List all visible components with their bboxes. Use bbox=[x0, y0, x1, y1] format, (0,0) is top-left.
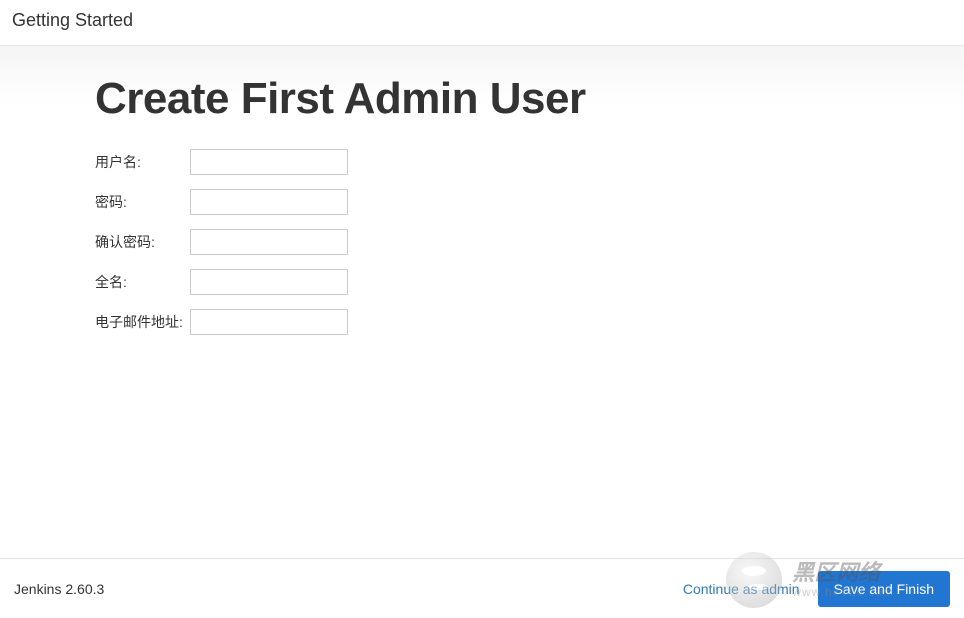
content-area: Create First Admin User 用户名: 密码: 确认密码: 全… bbox=[0, 46, 964, 335]
username-label: 用户名: bbox=[95, 152, 190, 172]
confirm-password-input[interactable] bbox=[190, 229, 348, 255]
password-label: 密码: bbox=[95, 192, 190, 212]
form-row-password: 密码: bbox=[95, 189, 964, 215]
email-label: 电子邮件地址: bbox=[95, 312, 190, 332]
confirm-password-label: 确认密码: bbox=[95, 232, 190, 252]
setup-footer: Jenkins 2.60.3 Continue as admin Save an… bbox=[0, 558, 964, 618]
username-input[interactable] bbox=[190, 149, 348, 175]
form-row-fullname: 全名: bbox=[95, 269, 964, 295]
version-text: Jenkins 2.60.3 bbox=[14, 581, 104, 597]
footer-actions: Continue as admin Save and Finish bbox=[683, 571, 950, 607]
main-container: Create First Admin User 用户名: 密码: 确认密码: 全… bbox=[0, 46, 964, 556]
fullname-input[interactable] bbox=[190, 269, 348, 295]
setup-header: Getting Started bbox=[0, 0, 964, 46]
header-title: Getting Started bbox=[12, 10, 133, 30]
page-title: Create First Admin User bbox=[95, 74, 964, 124]
save-and-finish-button[interactable]: Save and Finish bbox=[818, 571, 950, 607]
form-row-email: 电子邮件地址: bbox=[95, 309, 964, 335]
email-input[interactable] bbox=[190, 309, 348, 335]
password-input[interactable] bbox=[190, 189, 348, 215]
fullname-label: 全名: bbox=[95, 272, 190, 292]
continue-as-admin-link[interactable]: Continue as admin bbox=[683, 581, 800, 597]
form-row-confirm-password: 确认密码: bbox=[95, 229, 964, 255]
form-row-username: 用户名: bbox=[95, 149, 964, 175]
